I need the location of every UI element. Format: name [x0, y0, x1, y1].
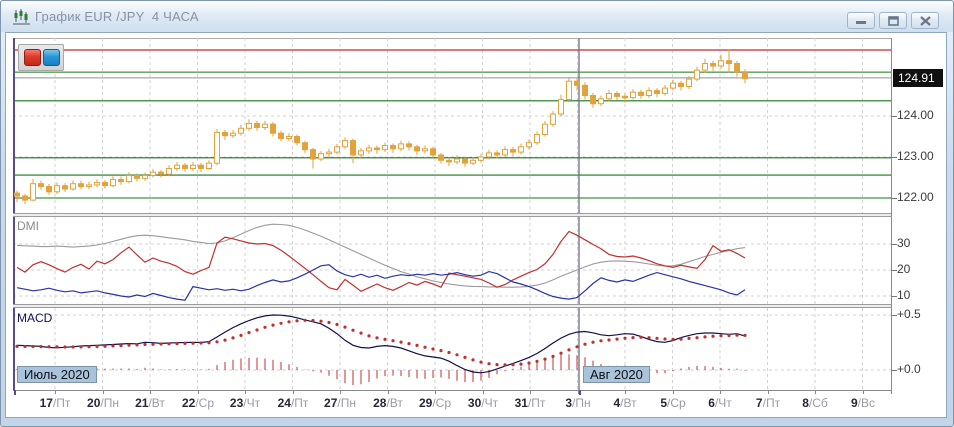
axis-tick: [815, 390, 816, 394]
axis-tick: [340, 390, 341, 394]
axis-tick: [388, 390, 389, 394]
month-badge-july: Июль 2020: [17, 366, 97, 383]
axis-tick: [625, 390, 626, 394]
plot-right-border: [891, 38, 892, 394]
axis-tick: [673, 390, 674, 394]
macd-label: MACD: [17, 311, 52, 325]
x-axis-label: 27/Пн: [316, 396, 364, 410]
axis-value-label: 122.00: [897, 190, 945, 206]
red-marker-button[interactable]: [24, 49, 41, 66]
axis-tick: [863, 390, 864, 394]
title-bar[interactable]: График EUR /JPY 4 ЧАСА: [1, 1, 953, 32]
axis-tick: [55, 390, 56, 394]
axis-tick: [245, 390, 246, 394]
dmi-panel[interactable]: [13, 217, 891, 304]
axis-tick: [435, 390, 436, 394]
month-badge-august: Авг 2020: [583, 366, 650, 383]
axis-value-label: 124.00: [897, 108, 945, 124]
x-axis-label: 21/Вт: [126, 396, 174, 410]
x-axis-label: 24/Пт: [269, 396, 317, 410]
axis-tick: [483, 390, 484, 394]
x-axis-label: 5/Ср: [649, 396, 697, 410]
x-axis-label: 30/Чт: [459, 396, 507, 410]
x-axis-label: 29/Ср: [411, 396, 459, 410]
axis-value-label: 20: [897, 262, 945, 278]
axis-tick: [198, 390, 199, 394]
x-axis-label: 28/Вт: [364, 396, 412, 410]
current-price-badge: 124.91: [893, 69, 943, 87]
x-axis-label: 20/Пн: [79, 396, 127, 410]
x-axis-label: 4/Вт: [601, 396, 649, 410]
axis-tick: [150, 390, 151, 394]
window-controls: [847, 12, 939, 29]
axis-tick: [720, 390, 721, 394]
axis-tick: [530, 390, 531, 394]
chart-window: График EUR /JPY 4 ЧАСА DMI MACD 124.91 И…: [0, 0, 954, 427]
axis-value-label: +0.0: [897, 362, 945, 378]
x-axis-label: 3/Пн: [554, 396, 602, 410]
x-axis-label: 31/Пт: [506, 396, 554, 410]
maximize-icon: [888, 16, 899, 26]
axis-value-label: 123.00: [897, 149, 945, 165]
x-axis-label: 22/Ср: [174, 396, 222, 410]
x-axis-label: 9/Вс: [839, 396, 887, 410]
minimize-button[interactable]: [847, 12, 875, 29]
price-chart-panel[interactable]: [13, 38, 891, 213]
x-axis-label: 23/Чт: [221, 396, 269, 410]
chart-icon: [13, 8, 31, 26]
axis-tick: [768, 390, 769, 394]
x-axis-label: 6/Чт: [696, 396, 744, 410]
close-button[interactable]: [911, 12, 939, 29]
close-icon: [920, 16, 931, 26]
axis-value-label: 30: [897, 236, 945, 252]
axis-value-label: 10: [897, 288, 945, 304]
chart-toolbar: [18, 44, 64, 71]
blue-marker-button[interactable]: [43, 49, 60, 66]
axis-tick: [103, 390, 104, 394]
x-axis-label: 17/Пт: [31, 396, 79, 410]
plot-bottom-border: [13, 390, 891, 391]
macd-panel[interactable]: [13, 308, 891, 390]
maximize-button[interactable]: [879, 12, 907, 29]
axis-value-label: +0.5: [897, 307, 945, 323]
month-boundary-tick: [579, 390, 581, 395]
window-title: График EUR /JPY 4 ЧАСА: [35, 9, 199, 24]
x-axis-label: 8/Сб: [791, 396, 839, 410]
month-boundary-tick: [14, 390, 16, 395]
minimize-icon: [856, 16, 866, 25]
axis-tick: [293, 390, 294, 394]
x-axis-label: 7/Пт: [744, 396, 792, 410]
dmi-label: DMI: [17, 219, 39, 233]
